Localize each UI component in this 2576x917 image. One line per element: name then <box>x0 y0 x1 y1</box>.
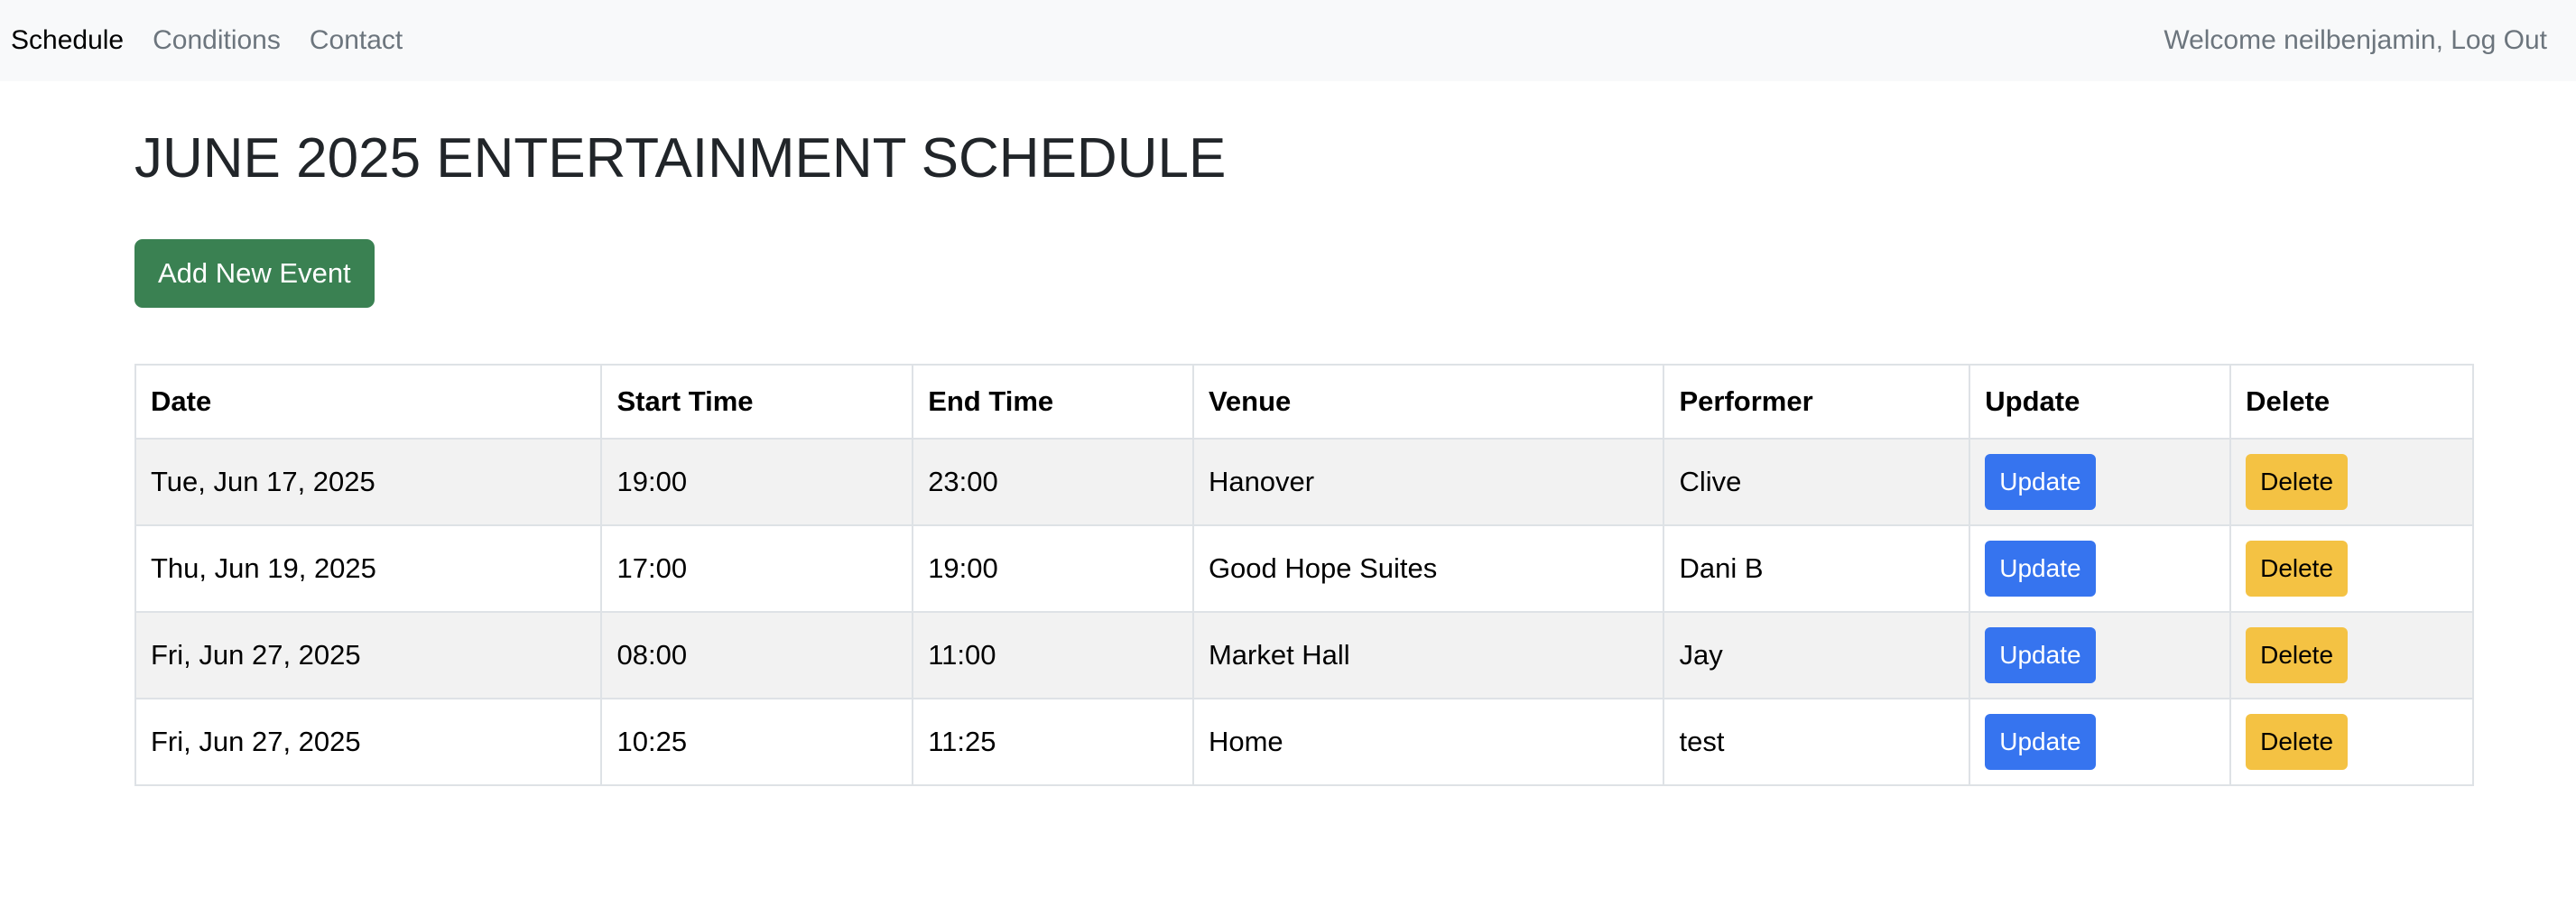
cell-start-time: 17:00 <box>600 524 914 613</box>
cell-date: Fri, Jun 27, 2025 <box>134 611 603 699</box>
cell-performer: test <box>1663 698 1971 786</box>
delete-button[interactable]: Delete <box>2246 454 2349 510</box>
update-button[interactable]: Update <box>1985 714 2096 770</box>
table-row: Tue, Jun 17, 2025 19:00 23:00 Hanover Cl… <box>134 438 2474 526</box>
table-header-row: Date Start Time End Time Venue Performer… <box>134 364 2474 440</box>
cell-performer: Clive <box>1663 438 1971 526</box>
navbar: Schedule Conditions Contact Welcome neil… <box>0 0 2576 81</box>
nav-link-contact[interactable]: Contact <box>310 25 403 56</box>
cell-date: Thu, Jun 19, 2025 <box>134 524 603 613</box>
cell-performer: Dani B <box>1663 524 1971 613</box>
cell-end-time: 19:00 <box>912 524 1194 613</box>
nav-link-conditions[interactable]: Conditions <box>153 25 281 56</box>
update-button[interactable]: Update <box>1985 454 2096 510</box>
nav-link-schedule[interactable]: Schedule <box>11 25 124 56</box>
cell-update: Update <box>1969 611 2232 699</box>
cell-date: Tue, Jun 17, 2025 <box>134 438 603 526</box>
cell-update: Update <box>1969 524 2232 613</box>
header-delete: Delete <box>2229 364 2474 440</box>
delete-button[interactable]: Delete <box>2246 627 2349 683</box>
add-new-event-button[interactable]: Add New Event <box>134 239 375 308</box>
cell-end-time: 23:00 <box>912 438 1194 526</box>
main-content: JUNE 2025 ENTERTAINMENT SCHEDULE Add New… <box>134 81 2474 786</box>
cell-update: Update <box>1969 698 2232 786</box>
cell-venue: Good Hope Suites <box>1191 524 1665 613</box>
cell-delete: Delete <box>2229 698 2474 786</box>
nav-links: Schedule Conditions Contact <box>11 25 431 56</box>
delete-button[interactable]: Delete <box>2246 541 2349 597</box>
cell-start-time: 10:25 <box>600 698 914 786</box>
cell-delete: Delete <box>2229 611 2474 699</box>
table-row: Thu, Jun 19, 2025 17:00 19:00 Good Hope … <box>134 524 2474 613</box>
header-update: Update <box>1969 364 2232 440</box>
cell-end-time: 11:00 <box>912 611 1194 699</box>
table-row: Fri, Jun 27, 2025 08:00 11:00 Market Hal… <box>134 611 2474 699</box>
cell-delete: Delete <box>2229 524 2474 613</box>
table-row: Fri, Jun 27, 2025 10:25 11:25 Home test … <box>134 698 2474 786</box>
header-end-time: End Time <box>912 364 1194 440</box>
header-start-time: Start Time <box>600 364 914 440</box>
cell-date: Fri, Jun 27, 2025 <box>134 698 603 786</box>
schedule-table: Date Start Time End Time Venue Performer… <box>134 364 2474 786</box>
cell-end-time: 11:25 <box>912 698 1194 786</box>
cell-start-time: 19:00 <box>600 438 914 526</box>
cell-venue: Home <box>1191 698 1665 786</box>
cell-delete: Delete <box>2229 438 2474 526</box>
cell-venue: Market Hall <box>1191 611 1665 699</box>
cell-update: Update <box>1969 438 2232 526</box>
cell-start-time: 08:00 <box>600 611 914 699</box>
header-venue: Venue <box>1191 364 1665 440</box>
header-date: Date <box>134 364 603 440</box>
page-title: JUNE 2025 ENTERTAINMENT SCHEDULE <box>134 127 1227 190</box>
cell-performer: Jay <box>1663 611 1971 699</box>
cell-venue: Hanover <box>1191 438 1665 526</box>
update-button[interactable]: Update <box>1985 627 2096 683</box>
delete-button[interactable]: Delete <box>2246 714 2349 770</box>
update-button[interactable]: Update <box>1985 541 2096 597</box>
welcome-logout-link[interactable]: Welcome neilbenjamin, Log Out <box>2164 25 2547 56</box>
header-performer: Performer <box>1663 364 1971 440</box>
